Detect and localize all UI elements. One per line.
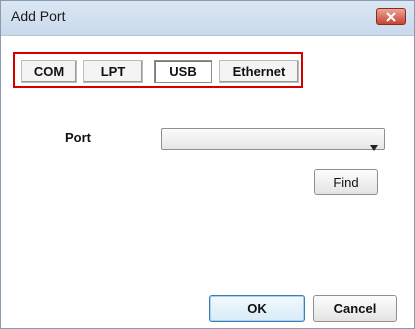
tab-com[interactable]: COM bbox=[21, 60, 77, 83]
close-icon bbox=[386, 7, 396, 26]
port-label: Port bbox=[65, 130, 91, 145]
titlebar: Add Port bbox=[1, 1, 414, 36]
close-button[interactable] bbox=[376, 8, 406, 25]
cancel-button[interactable]: Cancel bbox=[313, 295, 397, 322]
add-port-dialog: Add Port COM LPT USB Ethernet Port Find … bbox=[0, 0, 415, 329]
chevron-down-icon bbox=[370, 136, 378, 151]
find-button[interactable]: Find bbox=[314, 169, 378, 195]
dialog-content: COM LPT USB Ethernet Port Find OK Cancel bbox=[1, 36, 414, 328]
tab-usb[interactable]: USB bbox=[154, 60, 212, 83]
tab-ethernet[interactable]: Ethernet bbox=[219, 60, 299, 83]
tab-lpt[interactable]: LPT bbox=[83, 60, 143, 83]
ok-button[interactable]: OK bbox=[209, 295, 305, 322]
window-title: Add Port bbox=[11, 8, 66, 24]
port-select[interactable] bbox=[161, 128, 385, 151]
